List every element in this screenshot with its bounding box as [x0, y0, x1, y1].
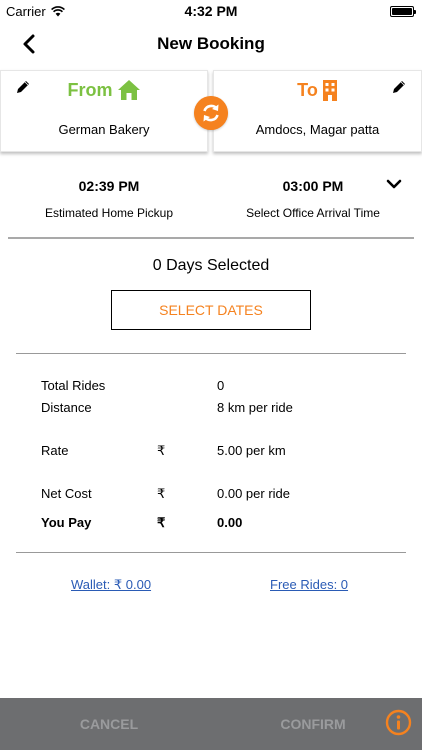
- rate-row: Rate ₹ 5.00 per km: [0, 443, 422, 459]
- days-selected-text: 0 Days Selected: [152, 257, 270, 274]
- net-cost-label: Net Cost: [41, 486, 92, 501]
- swap-icon[interactable]: [194, 96, 228, 130]
- from-location-name: German Bakery: [58, 122, 150, 137]
- total-rides-value: 0: [217, 378, 225, 393]
- distance-row: Distance 8 km per ride: [0, 400, 422, 416]
- nav-bar: New Booking: [0, 22, 422, 66]
- arrival-time-block[interactable]: 03:00 PM Select Office Arrival Time: [213, 178, 413, 220]
- chevron-down-icon[interactable]: [386, 178, 402, 190]
- to-header: To: [214, 79, 421, 101]
- from-location-card[interactable]: From German Bakery: [0, 70, 208, 152]
- divider: [16, 353, 406, 354]
- to-label: To: [297, 79, 318, 100]
- arrival-time: 03:00 PM: [282, 178, 344, 194]
- divider: [16, 552, 406, 553]
- building-icon: [322, 80, 337, 101]
- to-location-name: Amdocs, Magar patta: [255, 122, 380, 137]
- rupee-icon: ₹: [157, 515, 166, 530]
- total-rides-label: Total Rides: [41, 378, 106, 393]
- pickup-label: Estimated Home Pickup: [44, 206, 174, 220]
- you-pay-label: You Pay: [41, 515, 92, 530]
- home-icon: [117, 80, 140, 100]
- status-time: 4:32 PM: [184, 3, 238, 19]
- wallet-link[interactable]: Wallet: ₹ 0.00: [71, 577, 151, 593]
- bottom-action-bar: CANCEL CONFIRM: [0, 698, 422, 750]
- arrival-label: Select Office Arrival Time: [246, 206, 380, 220]
- rupee-icon: ₹: [157, 486, 166, 501]
- confirm-button[interactable]: CONFIRM: [244, 698, 382, 750]
- total-rides-row: Total Rides 0: [0, 378, 422, 394]
- rate-label: Rate: [41, 443, 69, 458]
- rate-value: 5.00 per km: [217, 443, 286, 458]
- cancel-button[interactable]: CANCEL: [40, 698, 178, 750]
- net-cost-row: Net Cost ₹ 0.00 per ride: [0, 486, 422, 502]
- you-pay-value: 0.00: [217, 515, 243, 530]
- pickup-time: 02:39 PM: [78, 178, 140, 194]
- info-icon[interactable]: [385, 709, 412, 736]
- pickup-time-block[interactable]: 02:39 PM Estimated Home Pickup: [0, 178, 218, 220]
- page-title: New Booking: [157, 34, 265, 53]
- distance-value: 8 km per ride: [217, 400, 293, 415]
- select-dates-button[interactable]: SELECT DATES: [111, 290, 311, 330]
- battery-icon: [390, 6, 416, 17]
- from-label: From: [67, 79, 113, 100]
- you-pay-row: You Pay ₹ 0.00: [0, 515, 422, 531]
- rupee-icon: ₹: [157, 443, 166, 458]
- from-header: From: [1, 79, 207, 101]
- distance-label: Distance: [41, 400, 92, 415]
- status-bar: Carrier 4:32 PM: [0, 0, 422, 22]
- free-rides-link[interactable]: Free Rides: 0: [270, 577, 348, 592]
- net-cost-value: 0.00 per ride: [217, 486, 290, 501]
- divider: [8, 237, 414, 239]
- to-location-card[interactable]: To Amdocs, Magar patta: [213, 70, 422, 152]
